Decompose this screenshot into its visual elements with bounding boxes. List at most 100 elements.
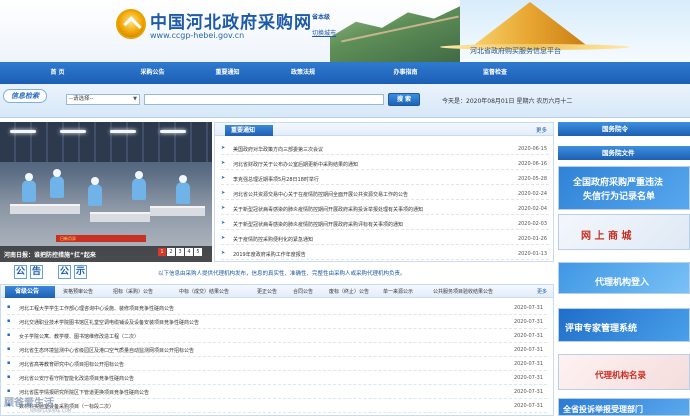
notice-title[interactable]: 美国政府对华政策方向三部委第三次会议 [233,146,323,153]
table-row[interactable]: ▪ 河北省高等教育研究中心项目招标公开招标公告 2020-07-31 [7,358,547,371]
search-button[interactable]: 搜 索 [388,93,420,106]
notice-title[interactable]: 河北省公共资源交易中心关于在疫情防控期间全面开展公共资源交易工作的公告 [233,191,408,198]
procurement-title[interactable]: 河北交通职业技术学院图书馆区礼堂空调电缆铺设及设备安装项目竞争性磋商公告 [19,319,199,326]
nav-important-notices[interactable]: 重要通知 [190,62,265,84]
procurement-date: 2020-07-31 [513,347,543,353]
tab-important-notices[interactable]: 重要通知 [225,125,273,136]
list-item[interactable]: ➤ 关于新型冠状病毒感染的肺炎疫情防控期间开展政府采购评标有关事项的通知 202… [221,218,549,230]
notice-title[interactable]: 关于疫情防控采购便利化的紧急通知 [233,236,313,243]
worktable-graphic [10,204,80,214]
table-row[interactable]: ▪ 河北工程大学学生工作部心理咨询中心设施、装修项目竞争性磋商公告 2020-0… [7,302,547,315]
complaint-departments-banner[interactable]: 全省投诉举报受理部门 [558,398,690,416]
notice-date: 2020-02-04 [517,206,547,212]
main-nav: 首 页 采购公告 重要通知 政策法规 办事指南 监督检查 [0,62,690,84]
switch-city-link[interactable]: 切换城市 [312,28,336,37]
search-select-value: --请选择-- [69,96,94,102]
procurement-date: 2020-07-31 [513,375,543,381]
tab-tender-notices[interactable]: 招标（采购）公告 [113,288,153,295]
arrow-right-icon: ➤ [221,205,226,211]
nav-supervision[interactable]: 监督检查 [470,62,520,84]
table-row[interactable]: ▪ 河北省公安厅看守所智能化改造项目竞争性磋商公告 2020-07-31 [7,372,547,385]
important-notices-panel: 重要通知 更多 ➤ 美国政府对华政策方向三部委第三次会议 2020-06-15 … [214,122,554,262]
arrow-right-icon: ➤ [221,235,226,241]
tab-prequalification[interactable]: 资格预审公告 [63,288,93,295]
procurement-title[interactable]: 河北省高等教育研究中心项目招标公开招标公告 [19,361,124,368]
slide-caption[interactable]: 河南日报：谁把防控措施“扛”起来 [4,250,96,259]
notice-title[interactable]: 关于新型冠状病毒感染的肺炎疫情防控期间开展政府采购评标有关事项的通知 [233,221,403,228]
table-row[interactable]: ▪ 河北交通职业技术学院图书馆区礼堂空调电缆铺设及设备安装项目竞争性磋商公告 2… [7,316,547,329]
factory-ceiling-graphic [0,122,212,162]
table-row[interactable]: ▪ 女子学院公寓、教学楼、图书馆维修改造工程（二次） 2020-07-31 [7,330,547,343]
banner-line: 代理机构名录 [595,371,647,381]
notice-title[interactable]: 河北省财政厅关于公布办公室后期更新中采购结果的通知 [233,161,358,168]
slide-banner-text: 日新月异 [60,236,76,241]
procurement-title[interactable]: 河北省公安厅看守所智能化改造项目竞争性磋商公告 [19,375,134,382]
procurement-title[interactable]: 河北工程大学学生工作部心理咨询中心设施、装修项目竞争性磋商公告 [19,305,174,312]
procurement-notices-panel: 省级公告 资格预审公告 招标（采购）公告 中标（成交）结果公告 更正公告 合同公… [0,284,554,416]
slide-dot-3[interactable]: 3 [176,248,184,256]
list-item[interactable]: ➤ 李克强总理近期事项5月28日18时举行 2020-05-28 [221,173,549,185]
list-item[interactable]: ➤ 河北省公共资源交易中心关于在疫情防控期间全面开展公共资源交易工作的公告 20… [221,188,549,200]
procurement-title[interactable]: 女子学院公寓、教学楼、图书馆维修改造工程（二次） [19,333,139,340]
list-item[interactable]: ➤ 2019年度政府采购工作年度报告 2020-01-13 [221,248,549,260]
announce-char: 示 [74,265,87,279]
search-category-select[interactable]: --请选择-- ▼ [66,94,140,105]
notice-date: 2020-02-24 [517,191,547,197]
tab-provincial-notices[interactable]: 省级公告 [5,286,55,298]
bullet-icon: ▪ [7,318,11,324]
tab-terminations[interactable]: 废标（终止）公告 [329,288,369,295]
agency-login-banner[interactable]: 代理机构登入 [558,262,690,294]
procurement-more-link[interactable]: 更多 [537,288,547,295]
news-slideshow[interactable]: 日新月异 河南日报：谁把防控措施“扛”起来 1 2 3 4 5 [0,122,212,262]
notice-date: 2020-01-13 [517,251,547,257]
list-item[interactable]: ➤ 关于疫情防控采购便利化的紧急通知 2020-01-26 [221,233,549,245]
worker-figure [50,169,64,198]
dishonest-list-banner[interactable]: 全国政府采购严重违法 失信行为记录名单 [558,166,690,210]
arrow-right-icon: ➤ [221,250,226,256]
slide-dot-2[interactable]: 2 [167,248,175,256]
list-item[interactable]: ➤ 河北省财政厅关于公布办公室后期更新中采购结果的通知 2020-06-16 [221,158,549,170]
worker-figure [22,173,36,202]
slide-dot-1[interactable]: 1 [158,248,166,256]
slide-dot-4[interactable]: 4 [185,248,193,256]
notice-title[interactable]: 2019年度政府采购工作年度报告 [233,251,306,258]
tab-acceptance-results[interactable]: 公共服务项目验收结果公告 [433,288,493,295]
search-input[interactable] [144,94,384,105]
list-item[interactable]: ➤ 美国政府对华政策方向三部委第三次会议 2020-06-15 [221,143,549,155]
notice-title[interactable]: 关于新型冠状病毒感染的肺炎疫情防控期间开展政府采购投诉举报处理有关事项的通知 [233,206,423,213]
notices-more-link[interactable]: 更多 [536,126,547,134]
online-mall-banner[interactable]: 网 上 商 城 [558,214,690,250]
list-item[interactable]: ➤ 关于新型冠状病毒感染的肺炎疫情防控期间开展政府采购投诉举报处理有关事项的通知… [221,203,549,215]
worktable-graphic [150,206,205,216]
region-label: 省本级 [312,14,331,21]
ceiling-light-graphic [60,130,86,133]
bullet-icon: ▪ [7,304,11,310]
nav-policies[interactable]: 政策法规 [265,62,341,84]
tab-corrections[interactable]: 更正公告 [257,288,277,295]
nav-procurement-notices[interactable]: 采购公告 [115,62,190,84]
expert-system-banner[interactable]: 评审专家管理系统 [558,308,690,342]
site-header: 中国河北政府采购网 www.ccgp-hebei.gov.cn 省本级 切换城市… [0,0,690,62]
announcement-bar: 公 告 公 示 以下信息由采购人提供代理机构发布，信息的真实性、准确性、完整性由… [0,265,554,282]
table-row[interactable]: ▪ 河北省生态环境监测中心省级园区及港口空气质量自动监测网项目公开招标公告 20… [7,344,547,357]
tab-contracts[interactable]: 合同公告 [293,288,313,295]
nav-guide[interactable]: 办事指南 [341,62,470,84]
tab-single-source[interactable]: 单一来源公示 [383,288,413,295]
notice-title[interactable]: 李克强总理近期事项5月28日18时举行 [233,176,319,183]
nav-home[interactable]: 首 页 [0,62,115,84]
state-council-docs-link[interactable]: 国务院文件 [558,146,690,160]
platform-title[interactable]: 河北省政府购买服务信息平台 [470,46,561,56]
watermark-text: 顾爸爱生活 [4,398,54,409]
arrow-right-icon: ➤ [221,190,226,196]
slide-dot-5[interactable]: 5 [194,248,202,256]
table-row[interactable]: ▪ 数材料实验室设备采购项目（一标段二次） 2020-07-31 [7,400,547,413]
table-row[interactable]: ▪ 河北省医学情报研究所院区下管道更换项目竞争性磋商公告 2020-07-31 [7,386,547,399]
site-logo-icon[interactable] [116,9,146,39]
state-council-order-link[interactable]: 国务院令 [558,122,690,136]
agency-directory-banner[interactable]: 代理机构名录 [558,354,690,390]
procurement-date: 2020-07-31 [513,333,543,339]
procurement-date: 2020-07-31 [513,361,543,367]
tab-award-results[interactable]: 中标（成交）结果公告 [179,288,229,295]
procurement-title[interactable]: 河北省生态环境监测中心省级园区及港口空气质量自动监测网项目公开招标公告 [19,347,194,354]
site-title[interactable]: 中国河北政府采购网 [150,8,312,33]
